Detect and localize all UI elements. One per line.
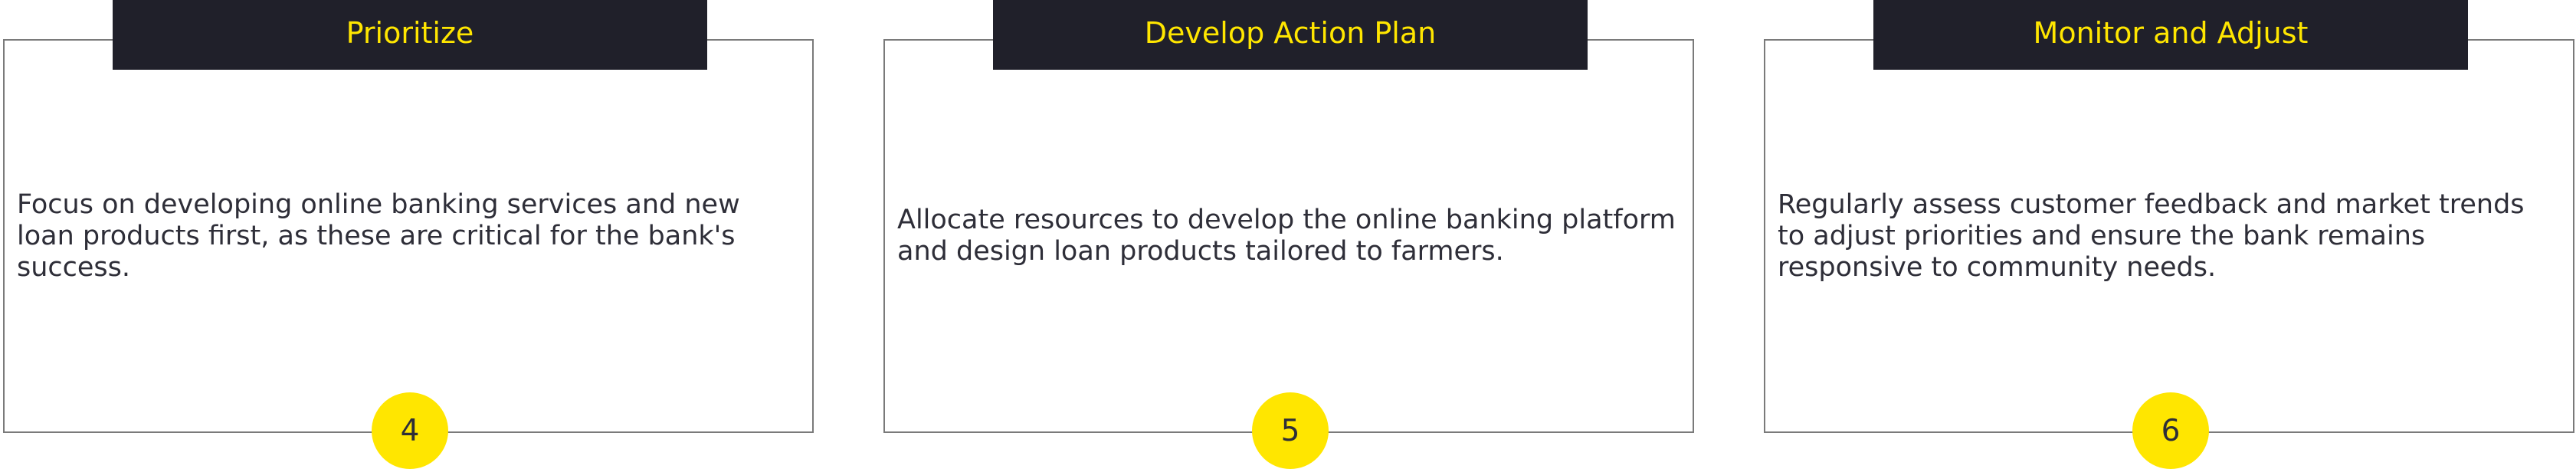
step-number-badge: 4 [372, 392, 448, 469]
step-description-text: Focus on developing online banking servi… [17, 189, 740, 283]
step-description: Focus on developing online banking servi… [17, 41, 797, 431]
step-description: Allocate resources to develop the online… [897, 41, 1677, 431]
step-number-badge: 6 [2132, 392, 2209, 469]
step-description-text: Allocate resources to develop the online… [897, 205, 1676, 267]
step-card-develop-action-plan: Develop Action Plan Allocate resources t… [883, 0, 1694, 469]
step-card-monitor-and-adjust: Monitor and Adjust Regularly assess cust… [1764, 0, 2574, 469]
step-description-text: Regularly assess customer feedback and m… [1778, 189, 2525, 283]
step-description: Regularly assess customer feedback and m… [1778, 41, 2558, 431]
step-card-prioritize: Prioritize Focus on developing online ba… [3, 0, 814, 469]
step-number-badge: 5 [1252, 392, 1329, 469]
